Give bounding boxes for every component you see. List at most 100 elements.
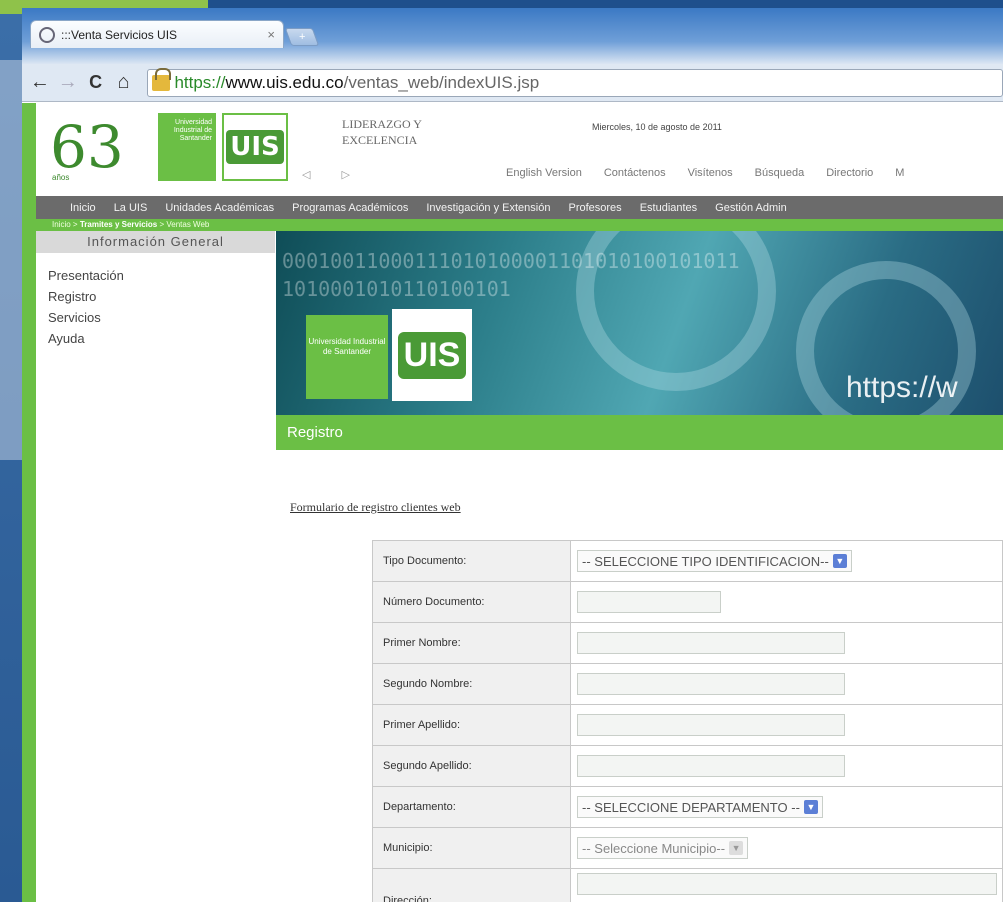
page-icon: [39, 26, 55, 43]
motto: LIDERAZGO Y EXCELENCIA: [342, 116, 422, 148]
field-value-cell: [570, 622, 1003, 664]
departamento-select[interactable]: -- SELECCIONE DEPARTAMENTO -- ▼: [577, 796, 823, 818]
nav-la-uis[interactable]: La UIS: [114, 202, 148, 214]
breadcrumb-section[interactable]: Tramites y Servicios: [80, 220, 157, 229]
address-bar[interactable]: https:// www.uis.edu.co /ventas_web/inde…: [147, 67, 1003, 97]
segundo-nombre-input[interactable]: [577, 673, 845, 695]
url-path: /ventas_web/indexUIS.jsp: [343, 72, 540, 92]
field-value-cell: [570, 663, 1003, 705]
motto-line-1: LIDERAZGO Y: [342, 117, 422, 131]
form-row: Número Documento:: [372, 581, 1003, 623]
link-contactenos[interactable]: Contáctenos: [604, 167, 666, 179]
link-english-version[interactable]: English Version: [506, 167, 582, 179]
binary-line-2: 1010001010110100101: [282, 277, 511, 301]
lock-icon: [152, 67, 172, 91]
municipio-select[interactable]: -- Seleccione Municipio-- ▼: [577, 837, 749, 859]
primer-nombre-input[interactable]: [577, 632, 845, 654]
field-label: Segundo Apellido:: [372, 745, 571, 787]
nav-profesores[interactable]: Profesores: [568, 202, 621, 214]
web-page: 63 años Universidad Industrial de Santan…: [22, 103, 1003, 902]
field-value-cell: -- SELECCIONE TIPO IDENTIFICACION-- ▼: [570, 540, 1003, 582]
field-label: Número Documento:: [372, 581, 571, 623]
sidebar-item-registro[interactable]: Registro: [48, 286, 124, 307]
form-row: Tipo Documento: -- SELECCIONE TIPO IDENT…: [372, 540, 1003, 582]
main-navigation: Inicio La UIS Unidades Académicas Progra…: [36, 196, 1003, 219]
nav-programas-academicos[interactable]: Programas Académicos: [292, 202, 408, 214]
motto-line-2: EXCELENCIA: [342, 133, 418, 147]
browser-window: :::Venta Servicios UIS × + ← → C ⌂ https…: [22, 8, 1003, 902]
select-value: -- SELECCIONE DEPARTAMENTO --: [582, 799, 800, 815]
home-icon[interactable]: ⌂: [110, 71, 138, 94]
uis-logo[interactable]: UIS: [222, 113, 288, 181]
uis-mark: UIS: [226, 130, 284, 164]
sidebar-item-presentacion[interactable]: Presentación: [48, 265, 124, 286]
sidebar-menu: Presentación Registro Servicios Ayuda: [48, 265, 124, 349]
field-value-cell: [570, 868, 1003, 902]
field-value-cell: [570, 704, 1003, 746]
new-tab-button[interactable]: +: [284, 28, 320, 46]
tab-title: :::Venta Servicios UIS: [61, 27, 178, 42]
field-label: Segundo Nombre:: [372, 663, 571, 705]
form-row: Primer Apellido:: [372, 704, 1003, 746]
direccion-input[interactable]: [577, 873, 997, 895]
field-label: Tipo Documento:: [372, 540, 571, 582]
field-label: Municipio:: [372, 827, 571, 869]
banner-uis-mark: UIS: [397, 331, 467, 379]
anniversary-logo[interactable]: 63 años: [50, 117, 142, 183]
carousel-arrows-icon[interactable]: ◁ ▷: [302, 168, 364, 181]
select-value: -- Seleccione Municipio--: [582, 840, 726, 856]
banner-university-box: Universidad Industrial de Santander: [306, 315, 388, 399]
forward-arrow-icon[interactable]: →: [54, 71, 82, 94]
segundo-apellido-input[interactable]: [577, 755, 845, 777]
breadcrumb: Inicio > Tramites y Servicios > Ventas W…: [36, 219, 1003, 231]
link-more[interactable]: M: [895, 167, 904, 179]
desktop-background-panel: [0, 60, 22, 460]
field-label: Primer Nombre:: [372, 622, 571, 664]
form-row: Municipio: -- Seleccione Municipio-- ▼: [372, 827, 1003, 869]
sidebar-item-servicios[interactable]: Servicios: [48, 307, 124, 328]
binary-line-1: 00010011000111010100001101010100101011: [282, 249, 740, 273]
browser-tab[interactable]: :::Venta Servicios UIS ×: [30, 20, 284, 48]
nav-inicio[interactable]: Inicio: [70, 202, 96, 214]
current-date: Miercoles, 10 de agosto de 2011: [592, 122, 722, 132]
header-banner: 00010011000111010100001101010100101011 1…: [276, 231, 1003, 415]
form-row: Departamento: -- SELECCIONE DEPARTAMENTO…: [372, 786, 1003, 828]
field-value-cell: [570, 745, 1003, 787]
logo-number: 63: [50, 113, 124, 181]
banner-uis-logo: UIS: [392, 309, 472, 401]
breadcrumb-home[interactable]: Inicio: [52, 220, 71, 229]
tipo-documento-select[interactable]: -- SELECCIONE TIPO IDENTIFICACION-- ▼: [577, 550, 852, 572]
link-busqueda[interactable]: Búsqueda: [755, 167, 805, 179]
link-directorio[interactable]: Directorio: [826, 167, 873, 179]
reload-icon[interactable]: C: [82, 72, 110, 93]
breadcrumb-current: Ventas Web: [166, 220, 210, 229]
nav-unidades-academicas[interactable]: Unidades Académicas: [165, 202, 274, 214]
select-value: -- SELECCIONE TIPO IDENTIFICACION--: [582, 553, 829, 569]
form-row: Segundo Apellido:: [372, 745, 1003, 787]
nav-investigacion[interactable]: Investigación y Extensión: [426, 202, 550, 214]
logo-sub: años: [52, 173, 70, 182]
browser-toolbar: ← → C ⌂ https:// www.uis.edu.co /ventas_…: [22, 64, 1003, 102]
chevron-down-icon: ▼: [832, 554, 847, 568]
plus-icon: +: [298, 31, 306, 43]
browser-tab-strip: :::Venta Servicios UIS × +: [22, 8, 1003, 64]
registration-form: Tipo Documento: -- SELECCIONE TIPO IDENT…: [372, 540, 1003, 902]
binary-text: 00010011000111010100001101010100101011 1…: [282, 247, 740, 303]
field-value-cell: -- Seleccione Municipio-- ▼: [570, 827, 1003, 869]
nav-gestion-admin[interactable]: Gestión Admin: [715, 202, 787, 214]
primer-apellido-input[interactable]: [577, 714, 845, 736]
nav-estudiantes[interactable]: Estudiantes: [640, 202, 697, 214]
back-arrow-icon[interactable]: ←: [26, 71, 54, 94]
field-value-cell: -- SELECCIONE DEPARTAMENTO -- ▼: [570, 786, 1003, 828]
form-title: Formulario de registro clientes web: [290, 500, 461, 514]
breadcrumb-separator: >: [72, 220, 78, 229]
chevron-down-icon: ▼: [803, 800, 818, 814]
form-row: Dirección:: [372, 868, 1003, 902]
numero-documento-input[interactable]: [577, 591, 721, 613]
sidebar-title: Información General: [36, 231, 275, 253]
sidebar-item-ayuda[interactable]: Ayuda: [48, 328, 124, 349]
link-visitenos[interactable]: Visítenos: [688, 167, 733, 179]
banner-url-text: https://w: [846, 371, 958, 404]
breadcrumb-separator: >: [159, 220, 165, 229]
close-tab-icon[interactable]: ×: [267, 27, 275, 42]
